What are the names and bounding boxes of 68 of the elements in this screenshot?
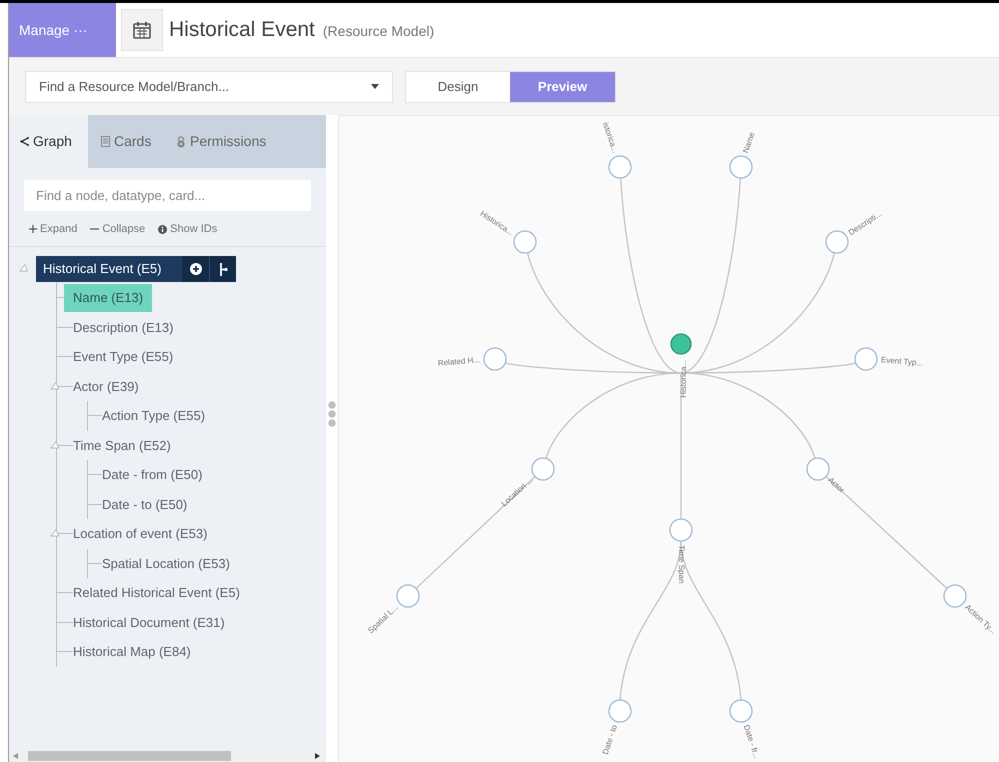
plus-icon bbox=[29, 225, 37, 233]
calendar-icon[interactable] bbox=[121, 9, 163, 51]
right-arrow-icon[interactable] bbox=[315, 753, 320, 759]
info-icon bbox=[158, 224, 168, 234]
mode-tab[interactable]: Preview bbox=[510, 72, 615, 102]
tree-node[interactable]: Action Type (E55) bbox=[93, 402, 214, 430]
select-placeholder: Find a Resource Model/Branch... bbox=[39, 78, 230, 96]
graph-node[interactable] bbox=[854, 347, 878, 371]
caret-icon bbox=[371, 84, 379, 89]
graph-node[interactable] bbox=[729, 699, 753, 723]
tree-node[interactable]: Name (E13) bbox=[64, 284, 152, 312]
graph-node[interactable] bbox=[608, 699, 632, 723]
tree-node[interactable]: Historical Document (E31) bbox=[64, 608, 234, 636]
panel-tab[interactable]: Cards bbox=[88, 115, 163, 168]
node-label: Date - fr... bbox=[742, 724, 762, 760]
collapse-icon[interactable] bbox=[50, 440, 59, 448]
graph-node[interactable] bbox=[513, 230, 537, 254]
tree-node[interactable]: Event Type (E55) bbox=[64, 342, 182, 371]
panel-tab[interactable]: Permissions bbox=[163, 115, 326, 168]
node-label: Time Span bbox=[676, 545, 686, 584]
page-subtitle: (Resource Model) bbox=[322, 22, 434, 41]
branch-button[interactable] bbox=[209, 256, 236, 282]
node-label: Historica... bbox=[679, 360, 688, 398]
graph-node[interactable] bbox=[729, 155, 753, 179]
manage-button[interactable]: Manage ··· bbox=[9, 3, 116, 57]
node-label: Related H... bbox=[438, 355, 480, 368]
minus-icon bbox=[90, 228, 100, 230]
collapse-icon[interactable] bbox=[50, 382, 59, 390]
add-node-button[interactable] bbox=[182, 256, 209, 282]
model-select[interactable]: Find a Resource Model/Branch... bbox=[25, 70, 393, 102]
tree-node[interactable]: Date - to (E50) bbox=[93, 490, 196, 518]
tree-node[interactable]: Spatial Location (E53) bbox=[93, 549, 239, 578]
plus-circle-icon bbox=[190, 263, 202, 275]
scrollbar[interactable] bbox=[9, 750, 326, 762]
share-icon bbox=[20, 137, 29, 146]
collapse-icon[interactable] bbox=[19, 264, 28, 272]
node-label: Date - to bbox=[600, 724, 620, 756]
branch-icon bbox=[218, 262, 228, 276]
root-node-label[interactable]: Historical Event (E5) bbox=[36, 256, 182, 282]
card-icon bbox=[101, 136, 110, 147]
tree-node[interactable]: Location of event (E53) bbox=[64, 520, 216, 548]
graph-node[interactable] bbox=[483, 347, 507, 371]
page-title: Historical Event bbox=[169, 17, 315, 44]
node-label: istorica... bbox=[600, 120, 620, 154]
mode-tab[interactable]: Design bbox=[406, 72, 510, 102]
graph-node[interactable] bbox=[670, 333, 692, 355]
left-arrow-icon[interactable] bbox=[13, 753, 18, 759]
node-search-field[interactable]: Find a node, datatype, card... bbox=[24, 180, 311, 211]
tree-node[interactable]: Time Span (E52) bbox=[64, 431, 180, 460]
node-label: Name bbox=[741, 131, 757, 154]
tree-action-button[interactable]: Expand bbox=[29, 220, 78, 238]
collapse-icon[interactable] bbox=[50, 529, 59, 537]
tree-node[interactable]: Historical Map (E84) bbox=[64, 638, 200, 666]
tree-node[interactable]: Description (E13) bbox=[64, 313, 182, 342]
graph-node[interactable] bbox=[608, 155, 632, 179]
tree-node[interactable]: Date - from (E50) bbox=[93, 460, 212, 489]
tree-node[interactable]: Related Historical Event (E5) bbox=[64, 578, 249, 607]
scrollbar-thumb[interactable] bbox=[28, 751, 231, 761]
graph-node[interactable] bbox=[396, 584, 420, 608]
tree-action-button[interactable]: Collapse bbox=[90, 220, 146, 238]
tree-action-button[interactable]: Show IDs bbox=[158, 220, 218, 238]
lock-icon bbox=[176, 136, 186, 148]
node-label: Event Typ... bbox=[880, 355, 924, 368]
resize-handle[interactable] bbox=[328, 400, 336, 426]
graph-node[interactable] bbox=[531, 457, 555, 481]
graph-node[interactable] bbox=[669, 518, 693, 542]
tree-node[interactable]: Actor (E39) bbox=[64, 372, 148, 400]
graph-node[interactable] bbox=[825, 230, 849, 254]
